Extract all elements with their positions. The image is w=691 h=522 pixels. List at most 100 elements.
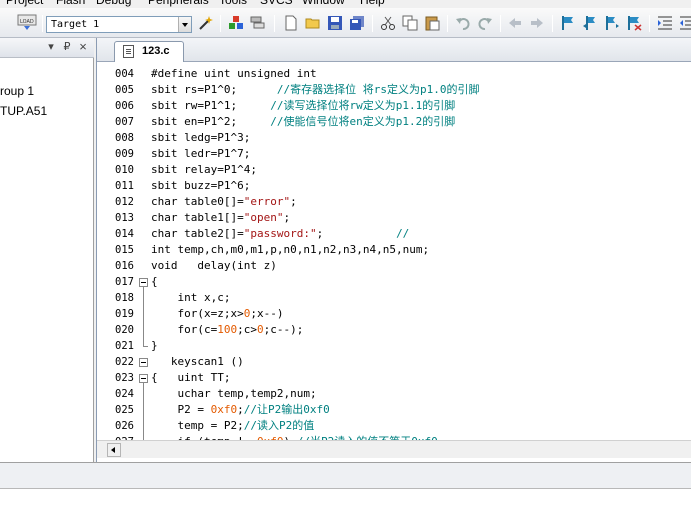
save-all-button[interactable]	[349, 15, 365, 31]
manage-components-button[interactable]	[228, 15, 244, 31]
menu-flash[interactable]: Flash	[56, 0, 85, 8]
tab-123-c[interactable]: 123.c	[114, 41, 184, 62]
clear-bookmarks-button[interactable]	[626, 15, 642, 31]
code-line[interactable]: 004 #define uint unsigned int	[97, 66, 691, 82]
code-line[interactable]: 025 P2 = 0xf0;//让P2输出0xf0	[97, 402, 691, 418]
target-select[interactable]: Target 1	[46, 16, 192, 33]
project-pane-header: ▾ ₽ ×	[0, 38, 94, 58]
line-number: 020	[115, 324, 134, 336]
components-icon	[229, 16, 243, 29]
code-line[interactable]: 011 sbit buzz=P1^6;	[97, 178, 691, 194]
line-number: 013	[115, 212, 134, 224]
code-text: int x,c;	[151, 291, 231, 304]
code-line[interactable]: 016 void delay(int z)	[97, 258, 691, 274]
project-items-button[interactable]	[250, 15, 266, 31]
menu-help[interactable]: Help	[360, 0, 385, 8]
menu-debug[interactable]: Debug	[96, 0, 131, 8]
line-number: 014	[115, 228, 134, 240]
code-line[interactable]: 017 {	[97, 274, 691, 290]
line-number: 022	[115, 356, 134, 368]
next-bookmark-button[interactable]	[604, 15, 620, 31]
paste-button[interactable]	[424, 15, 440, 31]
undo-button[interactable]	[455, 15, 471, 31]
code-text: int temp,ch,m0,m1,p,n0,n1,n2,n3,n4,n5,nu…	[151, 243, 430, 256]
chevron-down-icon[interactable]	[178, 17, 191, 32]
new-file-button[interactable]	[283, 15, 299, 31]
cut-button[interactable]	[380, 15, 396, 31]
line-number: 005	[115, 84, 134, 96]
menu-peripherals[interactable]: Peripherals	[148, 0, 209, 8]
code-editor[interactable]: 004 #define uint unsigned int 005 sbit rs=P…	[97, 62, 691, 440]
fold-toggle-icon[interactable]	[139, 374, 148, 383]
indent-button[interactable]	[657, 15, 673, 31]
build-output-panel	[0, 462, 691, 522]
build-output-header	[0, 463, 691, 489]
unindent-button[interactable]	[679, 15, 691, 31]
load-button[interactable]: LOAD	[16, 14, 38, 30]
close-icon[interactable]: ×	[77, 40, 89, 53]
code-line[interactable]: 024 uchar temp,temp2,num;	[97, 386, 691, 402]
insert-bookmark-button[interactable]	[560, 15, 576, 31]
toolbar: LOAD Target 1	[0, 8, 691, 38]
code-text: {	[151, 275, 158, 288]
code-line[interactable]: 009 sbit ledr=P1^7;	[97, 146, 691, 162]
code-line[interactable]: 006 sbit rw=P1^1; //读写选择位将rw定义为p1.1的引脚	[97, 98, 691, 114]
redo-button[interactable]	[477, 15, 493, 31]
save-button[interactable]	[327, 15, 343, 31]
code-line[interactable]: 013 char table1[]="open";	[97, 210, 691, 226]
line-number: 007	[115, 116, 134, 128]
arrow-left-icon	[509, 18, 521, 28]
code-line[interactable]: 018 int x,c;	[97, 290, 691, 306]
code-text: for(x=z;x>0;x--)	[151, 307, 284, 320]
line-number: 011	[115, 180, 134, 192]
menu-tools[interactable]: Tools	[219, 0, 247, 8]
menu-project[interactable]: Project	[6, 0, 43, 8]
editor-pane: 123.c 004 #define uint unsigned int 005 sbi…	[96, 38, 691, 462]
code-line[interactable]: 022 keyscan1 ()	[97, 354, 691, 370]
line-number: 016	[115, 260, 134, 272]
previous-bookmark-button[interactable]	[582, 15, 598, 31]
code-line[interactable]: 012 char table0[]="error";	[97, 194, 691, 210]
code-text: keyscan1 ()	[151, 355, 244, 368]
paste-icon	[425, 16, 440, 31]
open-file-button[interactable]	[305, 15, 321, 31]
fold-guide	[143, 287, 144, 346]
scroll-left-icon[interactable]	[107, 443, 121, 457]
tree-item-source-group[interactable]: roup 1	[0, 83, 34, 99]
code-line[interactable]: 019 for(x=z;x>0;x--)	[97, 306, 691, 322]
fold-toggle-icon[interactable]	[139, 278, 148, 287]
code-line[interactable]: 014 char table2[]="password:"; //	[97, 226, 691, 242]
copy-button[interactable]	[402, 15, 418, 31]
line-number: 010	[115, 164, 134, 176]
code-line[interactable]: 020 for(c=100;c>0;c--);	[97, 322, 691, 338]
horizontal-scrollbar[interactable]	[97, 440, 691, 458]
target-value: Target 1	[51, 19, 100, 30]
code-line[interactable]: 026 temp = P2;//读入P2的值	[97, 418, 691, 434]
fold-toggle-icon[interactable]	[139, 358, 148, 367]
pane-menu-icon[interactable]: ▾	[45, 41, 57, 53]
code-text: sbit rw=P1^1; //读写选择位将rw定义为p1.1的引脚	[151, 99, 456, 112]
code-line[interactable]: 023 { uint TT;	[97, 370, 691, 386]
code-text: temp = P2;//读入P2的值	[151, 419, 315, 432]
code-text: { uint TT;	[151, 371, 231, 384]
copy-icon	[402, 15, 418, 31]
tree-item-startup-file[interactable]: TUP.A51	[0, 103, 47, 119]
c-file-icon	[123, 45, 134, 58]
save-icon	[328, 16, 342, 30]
navigate-back-button[interactable]	[507, 15, 523, 31]
code-line[interactable]: 015 int temp,ch,m0,m1,p,n0,n1,n2,n3,n4,n5…	[97, 242, 691, 258]
menu-window[interactable]: Window	[302, 0, 345, 8]
code-text: void delay(int z)	[151, 259, 277, 272]
options-for-target-button[interactable]	[198, 15, 214, 31]
code-line[interactable]: 008 sbit ledg=P1^3;	[97, 130, 691, 146]
fold-guide	[143, 383, 144, 440]
code-line[interactable]: 005 sbit rs=P1^0; //寄存器选择位 将rs定义为p1.0的引脚	[97, 82, 691, 98]
navigate-forward-button[interactable]	[529, 15, 545, 31]
code-line[interactable]: 010 sbit relay=P1^4;	[97, 162, 691, 178]
code-line[interactable]: 007 sbit en=P1^2; //使能信号位将en定义为p1.2的引脚	[97, 114, 691, 130]
menu-svcs[interactable]: SVCS	[260, 0, 293, 8]
code-text: char table0[]="error";	[151, 195, 297, 208]
code-line[interactable]: 021}	[97, 338, 691, 354]
pin-icon[interactable]: ₽	[61, 41, 73, 53]
code-text: uchar temp,temp2,num;	[151, 387, 317, 400]
